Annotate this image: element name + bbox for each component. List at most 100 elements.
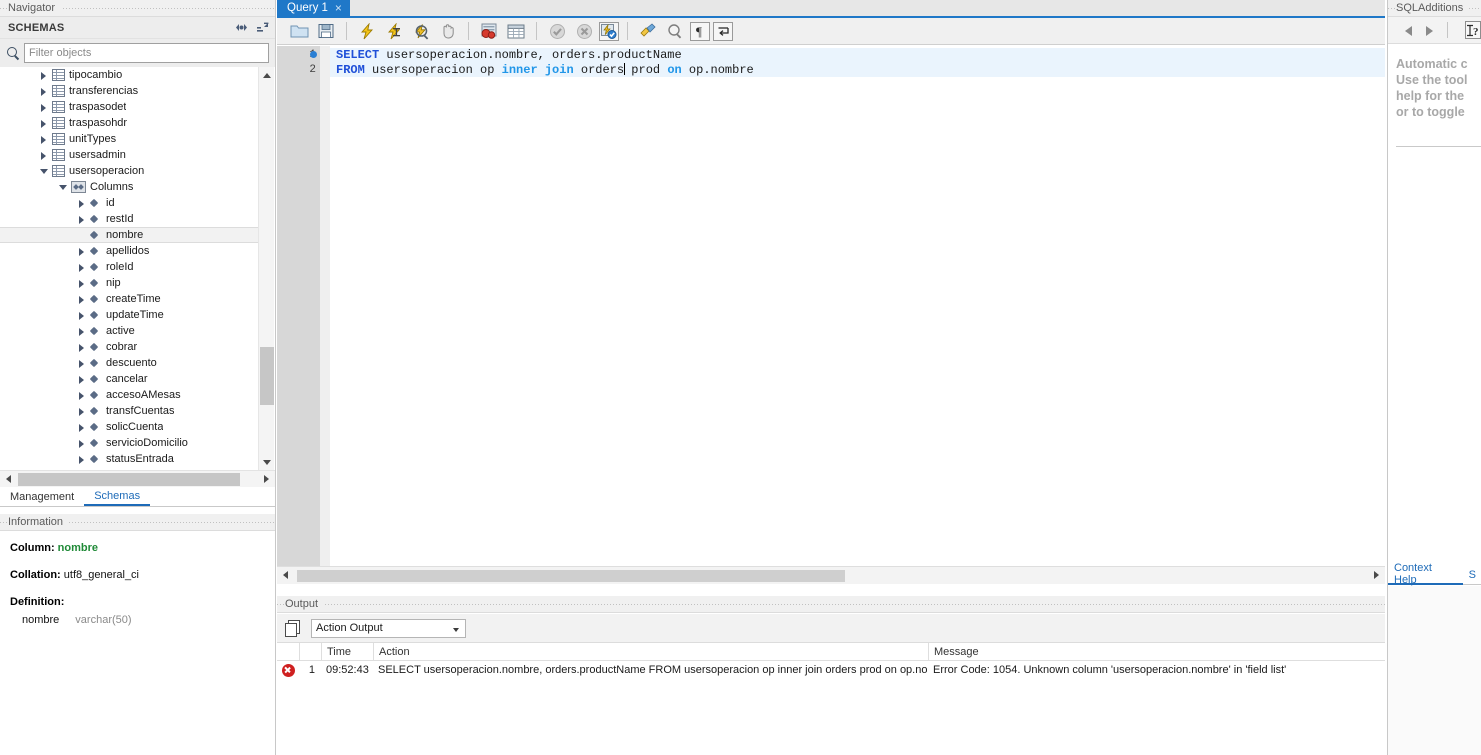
tree-item-cobrar[interactable]: cobrar (0, 339, 258, 355)
tree-item-nip[interactable]: nip (0, 275, 258, 291)
sql-additions-tab-context-help[interactable]: Context Help (1388, 562, 1463, 586)
stop-execution-icon[interactable] (436, 20, 460, 43)
chevron-right-icon[interactable] (76, 341, 88, 353)
editor-code-area[interactable]: SELECT usersoperacion.nombre, orders.pro… (330, 46, 1385, 566)
tree-item-apellidos[interactable]: apellidos (0, 243, 258, 259)
nav-tab-management[interactable]: Management (0, 487, 85, 506)
chevron-right-icon[interactable] (76, 197, 88, 209)
output-col-num (299, 642, 321, 661)
tree-item-active[interactable]: active (0, 323, 258, 339)
output-type-select[interactable]: Action Output (311, 618, 466, 638)
commit-transaction-icon[interactable] (545, 20, 569, 43)
chevron-down-icon[interactable] (38, 165, 50, 177)
toggle-word-wrap-icon[interactable] (713, 21, 733, 41)
close-icon[interactable]: × (335, 2, 342, 14)
tree-item-updatetime[interactable]: updateTime (0, 307, 258, 323)
copy-icon[interactable] (285, 620, 301, 637)
tree-item-label: cobrar (106, 341, 138, 353)
chevron-right-icon[interactable] (38, 101, 50, 113)
save-script-icon[interactable] (314, 20, 338, 43)
tree-item-traspasohdr[interactable]: traspasohdr (0, 115, 258, 131)
chevron-right-icon[interactable] (38, 69, 50, 81)
toggle-stop-on-error-icon[interactable] (477, 20, 501, 43)
toggle-invisible-chars-icon[interactable]: ¶ (690, 21, 710, 41)
sql-editor[interactable]: 12 SELECT usersoperacion.nombre, orders.… (277, 46, 1385, 566)
chevron-right-icon[interactable] (38, 133, 50, 145)
beautify-query-icon[interactable] (636, 20, 660, 43)
collapse-all-icon[interactable] (257, 22, 269, 33)
chevron-right-icon[interactable] (76, 277, 88, 289)
chevron-right-icon[interactable] (76, 421, 88, 433)
tree-item-restid[interactable]: restId (0, 211, 258, 227)
tree-vertical-scrollbar[interactable] (258, 67, 274, 470)
sql-additions-tab-s[interactable]: S (1463, 566, 1481, 585)
column-icon (90, 389, 101, 401)
toggle-autocommit-icon[interactable] (599, 21, 619, 41)
chevron-right-icon[interactable] (76, 293, 88, 305)
execute-current-statement-icon[interactable] (382, 20, 406, 43)
chevron-right-icon[interactable] (38, 85, 50, 97)
tree-horizontal-scrollbar[interactable] (0, 470, 275, 487)
code-line[interactable]: FROM usersoperacion op inner join orders… (330, 62, 1385, 77)
toggle-result-grid-icon[interactable] (504, 20, 528, 43)
nav-tab-schemas[interactable]: Schemas (84, 487, 151, 506)
tree-item-roleid[interactable]: roleId (0, 259, 258, 275)
chevron-right-icon[interactable] (76, 453, 88, 465)
explain-query-icon[interactable] (409, 20, 433, 43)
chevron-right-icon[interactable] (76, 373, 88, 385)
code-line[interactable]: SELECT usersoperacion.nombre, orders.pro… (330, 48, 1385, 63)
chevron-right-icon[interactable] (76, 261, 88, 273)
tree-item-traspasodet[interactable]: traspasodet (0, 99, 258, 115)
tree-item-descuento[interactable]: descuento (0, 355, 258, 371)
tree-item-cancelar[interactable]: cancelar (0, 371, 258, 387)
tree-item-tipocambio[interactable]: tipocambio (0, 67, 258, 83)
editor-scroll-right-icon[interactable] (1368, 567, 1385, 584)
tree-item-id[interactable]: id (0, 195, 258, 211)
rollback-transaction-icon[interactable] (572, 20, 596, 43)
bookmark-icon[interactable] (310, 50, 317, 58)
editor-horizontal-scrollbar[interactable] (277, 566, 1385, 584)
execute-statement-icon[interactable] (355, 20, 379, 43)
chevron-right-icon[interactable] (38, 117, 50, 129)
chevron-right-icon[interactable] (76, 213, 88, 225)
tree-hscroll-thumb[interactable] (18, 473, 240, 486)
chevron-right-icon[interactable] (38, 149, 50, 161)
scroll-up-icon[interactable] (259, 67, 275, 83)
find-icon[interactable] (663, 20, 687, 43)
chevron-right-icon[interactable] (76, 309, 88, 321)
output-toolbar: Action Output (277, 614, 1385, 643)
tree-item-accesoamesas[interactable]: accesoAMesas (0, 387, 258, 403)
editor-hscroll-thumb[interactable] (297, 570, 845, 582)
tab-query-1[interactable]: Query 1 × (277, 0, 350, 16)
editor-scroll-left-icon[interactable] (277, 567, 294, 584)
scroll-down-icon[interactable] (259, 454, 275, 470)
chevron-right-icon[interactable] (76, 245, 88, 257)
open-script-icon[interactable] (287, 20, 311, 43)
tree-item-soliccuenta[interactable]: solicCuenta (0, 419, 258, 435)
tree-item-usersadmin[interactable]: usersadmin (0, 147, 258, 163)
output-row[interactable]: 1 09:52:43 SELECT usersoperacion.nombre, o… (277, 661, 1385, 679)
tree-item-createtime[interactable]: createTime (0, 291, 258, 307)
chevron-right-icon[interactable] (76, 325, 88, 337)
tree-item-transfcuentas[interactable]: transfCuentas (0, 403, 258, 419)
search-input[interactable] (24, 43, 269, 63)
tree-item-usersoperacion[interactable]: usersoperacion (0, 163, 258, 179)
chevron-down-icon[interactable] (57, 181, 69, 193)
refresh-icon[interactable] (235, 22, 248, 33)
chevron-right-icon[interactable] (76, 389, 88, 401)
scroll-left-icon[interactable] (0, 471, 17, 488)
tree-item-columns[interactable]: Columns (0, 179, 258, 195)
tree-vscroll-thumb[interactable] (260, 347, 274, 405)
tree-item-statusentrada[interactable]: statusEntrada (0, 451, 258, 467)
column-icon (90, 293, 101, 305)
tree-item-unittypes[interactable]: unitTypes (0, 131, 258, 147)
tree-item-nombre[interactable]: nombre (0, 227, 258, 243)
schema-tree[interactable]: tipocambio transferencias traspasodet trasp… (0, 67, 258, 470)
chevron-right-icon[interactable] (76, 405, 88, 417)
tree-item-label: traspasodet (69, 101, 127, 113)
tree-item-serviciodomicilio[interactable]: servicioDomicilio (0, 435, 258, 451)
chevron-right-icon[interactable] (76, 357, 88, 369)
scroll-right-icon[interactable] (258, 471, 275, 488)
tree-item-transferencias[interactable]: transferencias (0, 83, 258, 99)
chevron-right-icon[interactable] (76, 437, 88, 449)
